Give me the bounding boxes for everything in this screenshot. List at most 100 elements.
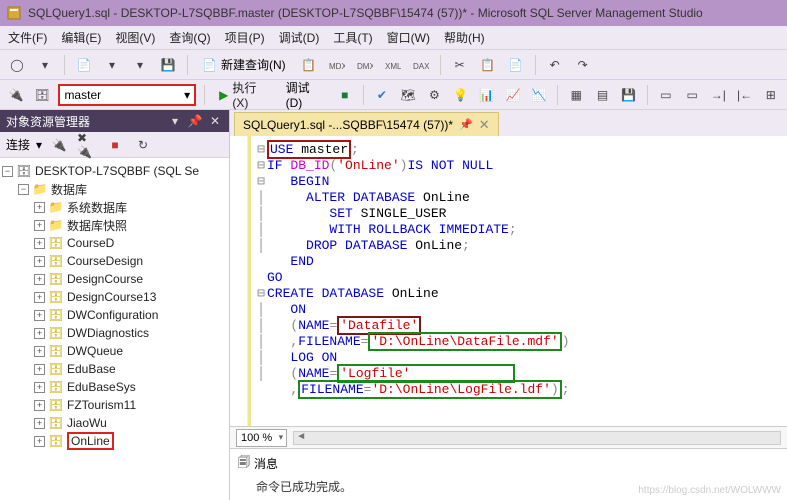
folder-icon: 📁	[32, 182, 48, 196]
database-node[interactable]: +🗄CourseDesign	[34, 252, 227, 270]
server-node[interactable]: − 🗄 DESKTOP-L7SQBBF (SQL Se	[2, 162, 227, 180]
database-node[interactable]: +🗄EduBaseSys	[34, 378, 227, 396]
db-engine-query-icon[interactable]: 📋	[298, 54, 320, 76]
chevron-down-icon[interactable]: ▾	[36, 138, 42, 152]
menu-query[interactable]: 查询(Q)	[169, 29, 210, 46]
zoom-selector[interactable]: 100 %	[236, 429, 287, 447]
expand-icon[interactable]: +	[34, 238, 45, 249]
database-node[interactable]: +🗄EduBase	[34, 360, 227, 378]
menu-help[interactable]: 帮助(H)	[444, 29, 485, 46]
results-text-icon[interactable]: ▤	[592, 84, 612, 106]
menu-debug[interactable]: 调试(D)	[279, 29, 320, 46]
database-node[interactable]: +🗄DWQueue	[34, 342, 227, 360]
redo-icon[interactable]: ↷	[572, 54, 594, 76]
menu-view[interactable]: 视图(V)	[115, 29, 155, 46]
new-project-button[interactable]: 📄	[73, 54, 95, 76]
expand-icon[interactable]: +	[34, 364, 45, 375]
database-icon: 🗄	[48, 254, 64, 268]
pin-icon[interactable]: 📌	[187, 113, 203, 129]
databases-folder[interactable]: − 📁 数据库	[18, 180, 227, 198]
expand-icon[interactable]: +	[34, 220, 45, 231]
database-node[interactable]: +🗄OnLine	[34, 432, 227, 450]
save-button[interactable]: ▾	[129, 54, 151, 76]
refresh-icon[interactable]: ↻	[132, 134, 154, 156]
specify-values-icon[interactable]: ⊞	[761, 84, 781, 106]
menu-edit[interactable]: 编辑(E)	[61, 29, 101, 46]
expand-icon[interactable]: +	[34, 202, 45, 213]
undo-icon[interactable]: ↶	[544, 54, 566, 76]
database-node[interactable]: +🗄DesignCourse13	[34, 288, 227, 306]
available-db-icon[interactable]: 🗄	[32, 84, 52, 106]
database-node[interactable]: +🗄CourseD	[34, 234, 227, 252]
results-grid-icon[interactable]: ▦	[566, 84, 586, 106]
stop-icon[interactable]: ■	[104, 134, 126, 156]
nav-fwd-button[interactable]: ▾	[34, 54, 56, 76]
mdx-icon[interactable]: MDX	[326, 54, 348, 76]
query-options-icon[interactable]: ⚙	[424, 84, 444, 106]
database-selector[interactable]: master ▾	[58, 84, 196, 106]
indent-icon[interactable]: →|	[708, 84, 728, 106]
menu-project[interactable]: 项目(P)	[225, 29, 265, 46]
paste-icon[interactable]: 📄	[505, 54, 527, 76]
copy-icon[interactable]: 📋	[477, 54, 499, 76]
save-all-button[interactable]: 💾	[157, 54, 179, 76]
dmx-icon[interactable]: DMX	[354, 54, 376, 76]
outdent-icon[interactable]: |←	[734, 84, 754, 106]
close-icon[interactable]: ✕	[479, 117, 490, 133]
dax-icon[interactable]: DAX	[410, 54, 432, 76]
new-query-button[interactable]: 📄 新建查询(N)	[196, 54, 292, 76]
open-button[interactable]: ▾	[101, 54, 123, 76]
results-file-icon[interactable]: 💾	[619, 84, 639, 106]
change-connection-icon[interactable]: 🔌	[6, 84, 26, 106]
comment-icon[interactable]: ▭	[656, 84, 676, 106]
collapse-icon[interactable]: −	[18, 184, 29, 195]
expand-icon[interactable]: +	[34, 400, 45, 411]
debug-button[interactable]: 调试(D)	[280, 84, 329, 106]
live-stats-icon[interactable]: 📈	[503, 84, 523, 106]
menu-tools[interactable]: 工具(T)	[333, 29, 372, 46]
sys-databases-folder[interactable]: + 📁 系统数据库	[34, 198, 227, 216]
uncomment-icon[interactable]: ▭	[682, 84, 702, 106]
menu-window[interactable]: 窗口(W)	[387, 29, 430, 46]
tab-sqlquery1[interactable]: SQLQuery1.sql -...SQBBF\15474 (57))* 📌 ✕	[234, 112, 499, 136]
expand-icon[interactable]: +	[34, 292, 45, 303]
menu-file[interactable]: 文件(F)	[8, 29, 47, 46]
expand-icon[interactable]: +	[34, 436, 45, 447]
execute-button[interactable]: ▶ 执行(X)	[213, 84, 274, 106]
estimated-plan-icon[interactable]: 🗺	[398, 84, 418, 106]
expand-icon[interactable]: +	[34, 274, 45, 285]
sql-editor[interactable]: ⊟USE master; ⊟IF DB_ID('OnLine')IS NOT N…	[248, 136, 787, 426]
database-node[interactable]: +🗄DWConfiguration	[34, 306, 227, 324]
xmla-icon[interactable]: XML	[382, 54, 404, 76]
collapse-icon[interactable]: −	[2, 166, 13, 177]
expand-icon[interactable]: +	[34, 310, 45, 321]
nav-back-button[interactable]: ◯	[6, 54, 28, 76]
parse-icon[interactable]: ✔	[372, 84, 392, 106]
database-icon: 🗄	[48, 344, 64, 358]
horizontal-scrollbar[interactable]	[293, 431, 781, 445]
include-plan-icon[interactable]: 📊	[477, 84, 497, 106]
connect-icon[interactable]: 🔌	[48, 134, 70, 156]
dropdown-icon[interactable]: ▾	[167, 113, 183, 129]
database-node[interactable]: +🗄JiaoWu	[34, 414, 227, 432]
snapshots-folder[interactable]: + 📁 数据库快照	[34, 216, 227, 234]
client-stats-icon[interactable]: 📉	[529, 84, 549, 106]
database-node[interactable]: +🗄DesignCourse	[34, 270, 227, 288]
messages-tab[interactable]: 🗐 消息	[238, 453, 779, 474]
expand-icon[interactable]: +	[34, 418, 45, 429]
disconnect-icon[interactable]: ✖🔌	[76, 134, 98, 156]
close-icon[interactable]: ✕	[207, 113, 223, 129]
pin-icon[interactable]: 📌	[459, 118, 473, 131]
intellisense-icon[interactable]: 💡	[450, 84, 470, 106]
expand-icon[interactable]: +	[34, 328, 45, 339]
database-node[interactable]: +🗄FZTourism11	[34, 396, 227, 414]
stop-icon[interactable]: ■	[335, 84, 355, 106]
expand-icon[interactable]: +	[34, 382, 45, 393]
connect-label[interactable]: 连接	[6, 136, 30, 153]
object-tree[interactable]: − 🗄 DESKTOP-L7SQBBF (SQL Se − 📁 数据库 + 📁 …	[0, 158, 229, 500]
expand-icon[interactable]: +	[34, 346, 45, 357]
database-node[interactable]: +🗄DWDiagnostics	[34, 324, 227, 342]
expand-icon[interactable]: +	[34, 256, 45, 267]
cut-icon[interactable]: ✂	[449, 54, 471, 76]
watermark: https://blog.csdn.net/WOLWWW	[638, 485, 781, 496]
